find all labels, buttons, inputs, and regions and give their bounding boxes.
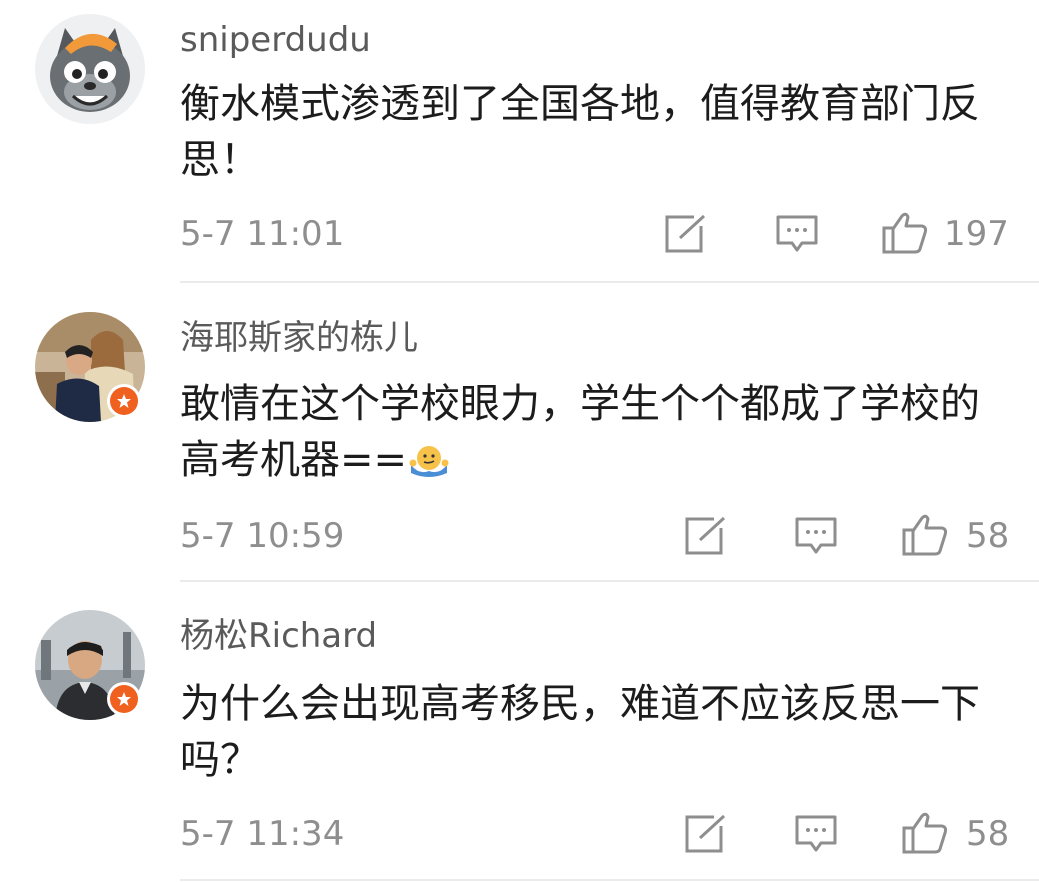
- username[interactable]: 杨松Richard: [180, 616, 377, 656]
- comment-item: sniperdudu 衡水模式渗透到了全国各地，值得教育部门反思！ 5-7 11…: [0, 0, 1039, 283]
- share-icon[interactable]: [664, 214, 708, 254]
- like-count: 58: [966, 516, 1010, 556]
- username[interactable]: sniperdudu: [180, 20, 371, 60]
- comment-icon[interactable]: [794, 516, 838, 556]
- timestamp: 5-7 10:59: [180, 516, 345, 556]
- username[interactable]: 海耶斯家的栋儿: [180, 318, 418, 358]
- timestamp: 5-7 11:01: [180, 214, 345, 254]
- comment-item: 杨松Richard 为什么会出现高考移民，难道不应该反思一下吗？ 5-7 11:…: [0, 582, 1039, 883]
- comment-icon[interactable]: [794, 814, 838, 854]
- comment-text: 衡水模式渗透到了全国各地，值得教育部门反思！: [180, 81, 980, 183]
- divider: [180, 879, 1039, 881]
- cartoon-wolf-avatar: [35, 14, 145, 124]
- like-count: 197: [944, 214, 1009, 254]
- comment-text: 敢情在这个学校眼力，学生个个都成了学校的高考机器==: [180, 376, 1010, 488]
- verified-badge: [107, 384, 141, 418]
- share-icon[interactable]: [684, 516, 728, 556]
- avatar[interactable]: [35, 14, 145, 124]
- like-icon[interactable]: [902, 812, 948, 854]
- timestamp: 5-7 11:34: [180, 814, 345, 854]
- comment-icon[interactable]: [775, 214, 819, 254]
- like-count: 58: [966, 814, 1010, 854]
- shrug-emoji: [409, 446, 449, 477]
- comment-item: 海耶斯家的栋儿 敢情在这个学校眼力，学生个个都成了学校的高考机器== 5-7 1…: [0, 282, 1039, 582]
- like-icon[interactable]: [882, 212, 928, 254]
- verified-star-icon: [117, 692, 131, 706]
- share-icon[interactable]: [684, 814, 728, 854]
- comment-text: 为什么会出现高考移民，难道不应该反思一下吗？: [180, 681, 980, 783]
- comment-text-body: 敢情在这个学校眼力，学生个个都成了学校的高考机器==: [180, 381, 980, 483]
- verified-badge: [107, 682, 141, 716]
- verified-star-icon: [117, 394, 131, 408]
- like-icon[interactable]: [902, 514, 948, 556]
